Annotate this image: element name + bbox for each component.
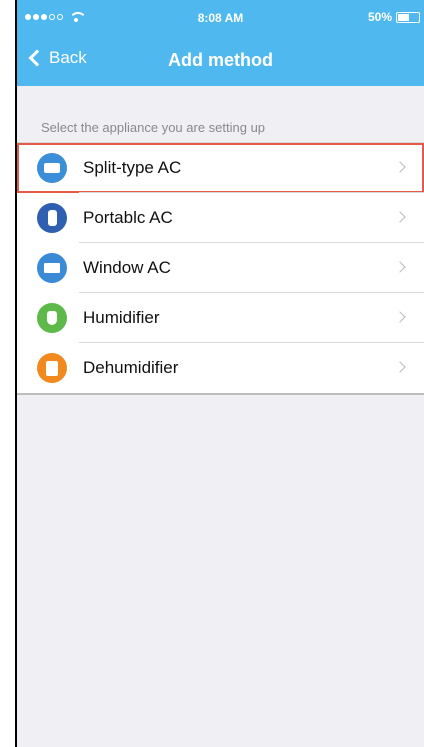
appliance-item[interactable]: Humidifier <box>17 293 424 343</box>
appliance-item[interactable]: Split-type AC <box>17 143 424 193</box>
phone-screen: 8:08 AM 50% Back Add method Select the a… <box>15 0 424 747</box>
appliance-label: Split-type AC <box>83 158 182 177</box>
appliance-item[interactable]: Dehumidifier <box>17 343 424 393</box>
chevron-right-icon <box>394 311 406 323</box>
appliance-label: Dehumidifier <box>83 358 179 377</box>
appliance-item[interactable]: Window AC <box>17 243 424 293</box>
chevron-right-icon <box>394 361 406 373</box>
nav-bar: Back Add method <box>17 38 424 86</box>
portable-ac-icon <box>37 203 67 233</box>
status-bar: 8:08 AM 50% <box>17 0 424 38</box>
header: 8:08 AM 50% Back Add method <box>17 0 424 86</box>
appliance-label: Portablc AC <box>83 208 173 227</box>
section-label: Select the appliance you are setting up <box>41 120 266 135</box>
appliance-item[interactable]: Portablc AC <box>17 193 424 243</box>
chevron-right-icon <box>394 211 406 223</box>
battery-percent: 50% <box>367 10 392 24</box>
appliance-label: Window AC <box>83 258 171 277</box>
dehumidifier-icon <box>37 353 67 383</box>
battery-indicator: 50% <box>368 10 420 24</box>
humidifier-icon <box>37 303 67 333</box>
content-area: Select the appliance you are setting up … <box>17 86 424 747</box>
appliance-label: Humidifier <box>83 308 160 327</box>
battery-icon <box>396 11 420 23</box>
appliance-list: Split-type AC Portablc AC Window AC Humidif… <box>17 142 424 395</box>
split-ac-icon <box>37 153 67 183</box>
chevron-right-icon <box>394 161 406 173</box>
chevron-right-icon <box>394 261 406 273</box>
window-ac-icon <box>37 253 67 283</box>
page-title: Add method <box>168 50 273 70</box>
status-time: 8:08 AM <box>197 11 244 25</box>
